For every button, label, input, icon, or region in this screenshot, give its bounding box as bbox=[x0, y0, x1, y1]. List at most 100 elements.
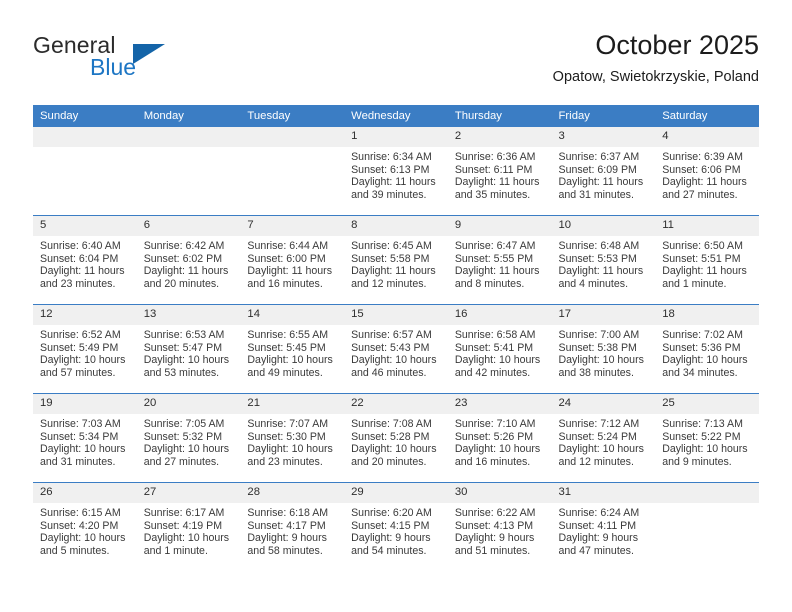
day-details: Sunrise: 6:52 AM Sunset: 5:49 PM Daylight:… bbox=[33, 325, 137, 379]
day-cell-inner: 21 Sunrise: 7:07 AM Sunset: 5:30 PM Dayligh… bbox=[240, 394, 345, 482]
sunrise-text: Sunrise: 6:55 AM bbox=[247, 329, 329, 341]
day-cell-inner: 4 Sunrise: 6:39 AM Sunset: 6:06 PM Daylight… bbox=[655, 127, 759, 215]
day-number: 23 bbox=[447, 394, 552, 414]
sunrise-text: Sunrise: 6:44 AM bbox=[247, 240, 329, 252]
calendar-day-cell[interactable]: 5 Sunrise: 6:40 AM Sunset: 6:04 PM Daylight… bbox=[33, 215, 137, 305]
title-block: October 2025 Opatow, Swietokrzyskie, Pol… bbox=[553, 28, 759, 88]
day-number: 14 bbox=[240, 305, 345, 325]
sunrise-text: Sunrise: 6:52 AM bbox=[40, 329, 121, 341]
sunset-text: Sunset: 6:13 PM bbox=[351, 163, 430, 176]
calendar-day-cell[interactable]: 17 Sunrise: 7:00 AM Sunset: 5:38 PM Dayligh… bbox=[551, 304, 656, 394]
sunrise-text: Sunrise: 6:40 AM bbox=[40, 240, 121, 252]
sunrise-text: Sunrise: 6:22 AM bbox=[454, 507, 536, 519]
daylight-text-line1: Daylight: 11 hours bbox=[143, 265, 229, 278]
daylight-text-line1: Daylight: 11 hours bbox=[454, 176, 540, 189]
daylight-text-line1: Daylight: 9 hours bbox=[454, 532, 535, 545]
day-details: Sunrise: 6:50 AM Sunset: 5:51 PM Daylight:… bbox=[655, 236, 759, 290]
sunset-text: Sunset: 4:11 PM bbox=[558, 519, 637, 532]
calendar-day-cell[interactable]: 15 Sunrise: 6:57 AM Sunset: 5:43 PM Dayligh… bbox=[344, 304, 448, 394]
calendar-day-cell[interactable]: 20 Sunrise: 7:05 AM Sunset: 5:32 PM Dayligh… bbox=[136, 393, 241, 483]
day-number: 18 bbox=[655, 305, 759, 325]
calendar-day-cell[interactable]: 16 Sunrise: 6:58 AM Sunset: 5:41 PM Dayligh… bbox=[447, 304, 552, 394]
sunset-text: Sunset: 6:02 PM bbox=[143, 252, 223, 265]
daylight-text-line1: Daylight: 10 hours bbox=[40, 532, 126, 545]
daylight-text-line2: and 58 minutes. bbox=[247, 544, 323, 557]
calendar-day-cell[interactable]: 27 Sunrise: 6:17 AM Sunset: 4:19 PM Dayligh… bbox=[136, 482, 241, 571]
sunrise-text: Sunrise: 6:53 AM bbox=[143, 329, 225, 341]
daylight-text-line1: Daylight: 9 hours bbox=[351, 532, 431, 545]
calendar-week-row: 26 Sunrise: 6:15 AM Sunset: 4:20 PM Dayligh… bbox=[33, 482, 759, 571]
calendar-day-cell[interactable]: 28 Sunrise: 6:18 AM Sunset: 4:17 PM Dayligh… bbox=[240, 482, 345, 571]
daylight-text-line1: Daylight: 10 hours bbox=[558, 443, 644, 456]
calendar-day-cell[interactable]: 3 Sunrise: 6:37 AM Sunset: 6:09 PM Daylight… bbox=[551, 127, 656, 216]
sunrise-text: Sunrise: 6:57 AM bbox=[351, 329, 432, 341]
day-number: 28 bbox=[240, 483, 345, 503]
day-cell-inner: 20 Sunrise: 7:05 AM Sunset: 5:32 PM Dayligh… bbox=[136, 394, 241, 482]
sunset-text: Sunset: 5:49 PM bbox=[40, 341, 119, 354]
day-details: Sunrise: 6:39 AM Sunset: 6:06 PM Daylight:… bbox=[655, 147, 759, 201]
calendar-day-cell[interactable]: 4 Sunrise: 6:39 AM Sunset: 6:06 PM Daylight… bbox=[655, 127, 759, 216]
daylight-text-line2: and 1 minute. bbox=[143, 544, 208, 557]
calendar-day-cell[interactable]: 19 Sunrise: 7:03 AM Sunset: 5:34 PM Dayligh… bbox=[33, 393, 137, 483]
day-cell-inner bbox=[655, 483, 759, 571]
daylight-text-line1: Daylight: 11 hours bbox=[247, 265, 333, 278]
calendar-day-cell[interactable]: 8 Sunrise: 6:45 AM Sunset: 5:58 PM Daylight… bbox=[344, 215, 448, 305]
day-cell-inner: 24 Sunrise: 7:12 AM Sunset: 5:24 PM Dayligh… bbox=[551, 394, 656, 482]
calendar-day-cell[interactable]: 11 Sunrise: 6:50 AM Sunset: 5:51 PM Dayligh… bbox=[655, 215, 759, 305]
day-details: Sunrise: 7:12 AM Sunset: 5:24 PM Daylight:… bbox=[552, 414, 656, 468]
calendar-day-cell[interactable]: 21 Sunrise: 7:07 AM Sunset: 5:30 PM Dayligh… bbox=[240, 393, 345, 483]
sunset-text: Sunset: 5:36 PM bbox=[662, 341, 741, 354]
day-cell-inner: 10 Sunrise: 6:48 AM Sunset: 5:53 PM Dayligh… bbox=[551, 216, 656, 304]
day-cell-inner bbox=[136, 127, 241, 215]
day-number: 24 bbox=[551, 394, 656, 414]
daylight-text-line1: Daylight: 10 hours bbox=[247, 354, 333, 367]
sunrise-text: Sunrise: 7:10 AM bbox=[454, 418, 536, 430]
day-cell-inner: 2 Sunrise: 6:36 AM Sunset: 6:11 PM Daylight… bbox=[447, 127, 552, 215]
daylight-text-line1: Daylight: 10 hours bbox=[40, 443, 126, 456]
calendar-day-cell[interactable]: 2 Sunrise: 6:36 AM Sunset: 6:11 PM Daylight… bbox=[447, 127, 552, 216]
daylight-text-line2: and 1 minute. bbox=[662, 277, 727, 290]
sunset-text: Sunset: 5:43 PM bbox=[351, 341, 430, 354]
day-cell-inner: 7 Sunrise: 6:44 AM Sunset: 6:00 PM Daylight… bbox=[240, 216, 345, 304]
daylight-text-line2: and 27 minutes. bbox=[662, 188, 738, 201]
calendar-day-cell[interactable]: 31 Sunrise: 6:24 AM Sunset: 4:11 PM Dayligh… bbox=[551, 482, 656, 571]
day-cell-inner: 26 Sunrise: 6:15 AM Sunset: 4:20 PM Dayligh… bbox=[33, 483, 137, 571]
day-cell-inner: 12 Sunrise: 6:52 AM Sunset: 5:49 PM Dayligh… bbox=[33, 305, 137, 393]
day-details: Sunrise: 6:37 AM Sunset: 6:09 PM Daylight:… bbox=[552, 147, 656, 201]
daylight-text-line1: Daylight: 11 hours bbox=[662, 265, 747, 278]
calendar-day-cell[interactable]: 9 Sunrise: 6:47 AM Sunset: 5:55 PM Daylight… bbox=[447, 215, 552, 305]
calendar-day-cell[interactable]: 14 Sunrise: 6:55 AM Sunset: 5:45 PM Dayligh… bbox=[240, 304, 345, 394]
day-number: 8 bbox=[344, 216, 448, 236]
day-details: Sunrise: 6:20 AM Sunset: 4:15 PM Daylight:… bbox=[344, 503, 448, 557]
daylight-text-line2: and 53 minutes. bbox=[143, 366, 220, 379]
calendar-day-cell[interactable]: 23 Sunrise: 7:10 AM Sunset: 5:26 PM Dayligh… bbox=[447, 393, 552, 483]
day-cell-inner: 23 Sunrise: 7:10 AM Sunset: 5:26 PM Dayligh… bbox=[447, 394, 552, 482]
day-number: 15 bbox=[344, 305, 448, 325]
calendar-day-cell[interactable]: 25 Sunrise: 7:13 AM Sunset: 5:22 PM Dayligh… bbox=[655, 393, 759, 483]
calendar-day-cell[interactable]: 13 Sunrise: 6:53 AM Sunset: 5:47 PM Dayligh… bbox=[136, 304, 241, 394]
sunset-text: Sunset: 5:22 PM bbox=[662, 430, 741, 443]
day-cell-inner: 17 Sunrise: 7:00 AM Sunset: 5:38 PM Dayligh… bbox=[551, 305, 656, 393]
day-details: Sunrise: 6:24 AM Sunset: 4:11 PM Daylight:… bbox=[552, 503, 656, 557]
calendar-day-cell[interactable]: 18 Sunrise: 7:02 AM Sunset: 5:36 PM Dayligh… bbox=[655, 304, 759, 394]
calendar-day-cell[interactable]: 6 Sunrise: 6:42 AM Sunset: 6:02 PM Daylight… bbox=[136, 215, 241, 305]
sunrise-text: Sunrise: 7:12 AM bbox=[558, 418, 640, 430]
calendar-day-cell[interactable]: 26 Sunrise: 6:15 AM Sunset: 4:20 PM Dayligh… bbox=[33, 482, 137, 571]
day-number: 19 bbox=[33, 394, 137, 414]
calendar-day-cell[interactable]: 30 Sunrise: 6:22 AM Sunset: 4:13 PM Dayligh… bbox=[447, 482, 552, 571]
calendar-day-cell[interactable]: 24 Sunrise: 7:12 AM Sunset: 5:24 PM Dayligh… bbox=[551, 393, 656, 483]
sunrise-text: Sunrise: 6:39 AM bbox=[662, 151, 743, 163]
calendar-day-cell[interactable]: 12 Sunrise: 6:52 AM Sunset: 5:49 PM Dayligh… bbox=[33, 304, 137, 394]
calendar-day-cell[interactable]: 29 Sunrise: 6:20 AM Sunset: 4:15 PM Dayligh… bbox=[344, 482, 448, 571]
weekday-header-row: Sunday Monday Tuesday Wednesday Thursday… bbox=[33, 105, 759, 127]
calendar-day-cell[interactable]: 7 Sunrise: 6:44 AM Sunset: 6:00 PM Daylight… bbox=[240, 215, 345, 305]
day-details: Sunrise: 7:03 AM Sunset: 5:34 PM Daylight:… bbox=[33, 414, 137, 468]
calendar-day-cell[interactable]: 22 Sunrise: 7:08 AM Sunset: 5:28 PM Dayligh… bbox=[344, 393, 448, 483]
day-cell-inner: 8 Sunrise: 6:45 AM Sunset: 5:58 PM Daylight… bbox=[344, 216, 448, 304]
day-number bbox=[655, 483, 759, 503]
day-details: Sunrise: 6:18 AM Sunset: 4:17 PM Daylight:… bbox=[240, 503, 344, 557]
calendar-day-cell[interactable]: 10 Sunrise: 6:48 AM Sunset: 5:53 PM Dayligh… bbox=[551, 215, 656, 305]
daylight-text-line1: Daylight: 10 hours bbox=[558, 354, 644, 367]
calendar-day-cell[interactable]: 1 Sunrise: 6:34 AM Sunset: 6:13 PM Daylight… bbox=[344, 127, 448, 216]
brand-logo[interactable]: General Blue bbox=[33, 32, 223, 90]
